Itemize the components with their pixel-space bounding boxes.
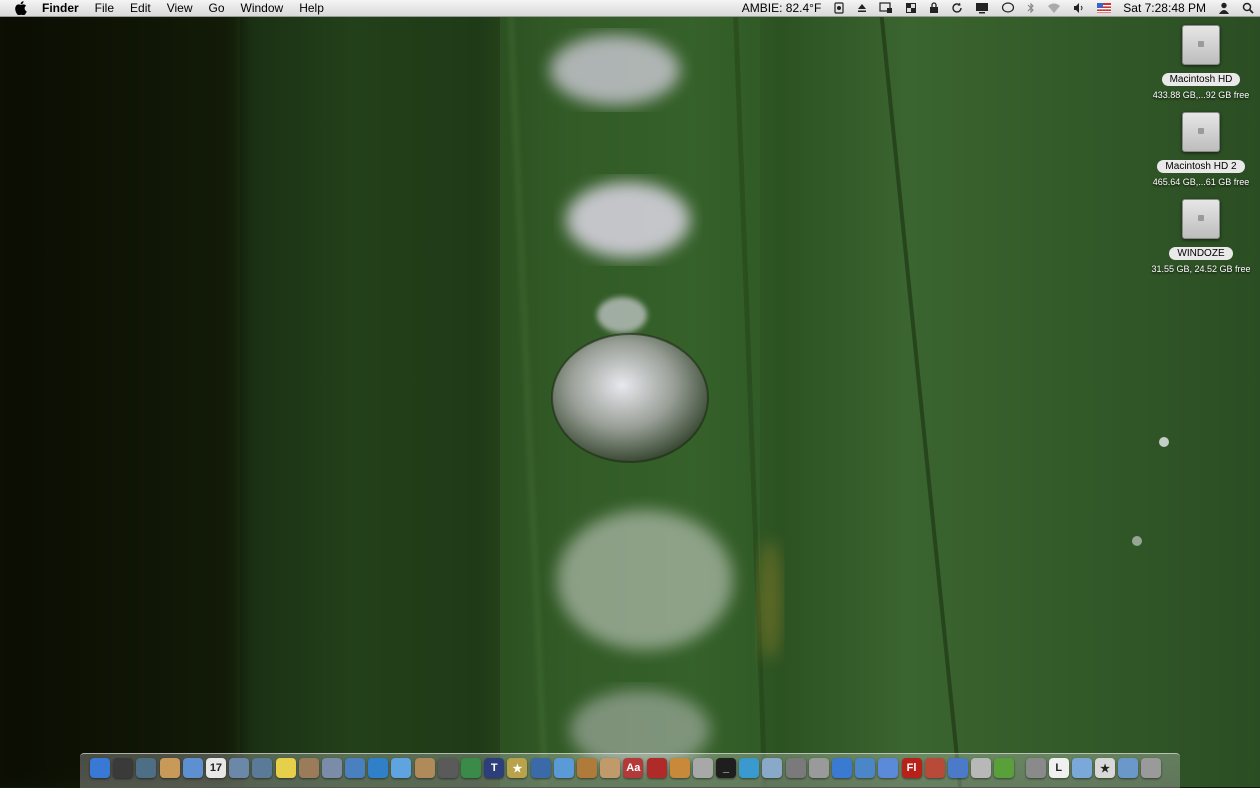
hard-drive-icon[interactable] [1182,199,1220,239]
address-book-icon[interactable] [159,758,180,778]
menu-edit[interactable]: Edit [122,0,159,16]
volume-name: Macintosh HD 2 [1157,160,1245,173]
idvd-icon[interactable]: T [484,758,505,778]
pen-icon[interactable] [321,758,342,778]
star-icon[interactable]: ★ [507,758,528,778]
volume-name: WINDOZE [1169,247,1233,260]
volume-macintosh-hd-2[interactable]: Macintosh HD 2 465.64 GB,...61 GB free [1146,112,1256,188]
text-edit-icon[interactable] [669,758,690,778]
time-machine-icon[interactable] [136,758,157,778]
network-icon[interactable] [229,758,250,778]
alarm-icon[interactable] [827,0,851,16]
display-icon[interactable] [873,0,899,16]
app-menu-finder[interactable]: Finder [42,0,87,16]
spaces-icon[interactable] [899,0,923,16]
terminal-icon[interactable]: _ [716,758,737,778]
monitor-icon[interactable] [762,758,783,778]
spotlight-icon[interactable] [1236,0,1260,16]
book-icon[interactable] [646,758,667,778]
dock-separator [1018,758,1026,778]
volume-info: 31.55 GB, 24.52 GB free [1151,264,1251,274]
ftp-icon[interactable] [832,758,852,778]
volume-macintosh-hd[interactable]: Macintosh HD 433.88 GB,...92 GB free [1146,25,1256,101]
weather-status[interactable]: AMBIE: 82.4°F [736,0,828,16]
volume-windoze[interactable]: WINDOZE 31.55 GB, 24.52 GB free [1146,199,1256,275]
menu-bar: Finder File Edit View Go Window Help AMB… [0,0,1260,17]
menu-view[interactable]: View [159,0,201,16]
volume-icon[interactable] [1067,0,1091,16]
us-flag-icon[interactable] [1091,0,1117,16]
volume-info: 465.64 GB,...61 GB free [1152,177,1250,187]
disk-icon[interactable] [785,758,806,778]
clock-status[interactable]: Sat 7:28:48 PM [1117,0,1212,16]
dock-icons: 17 T ★ Aa _ Fl L ★ [90,757,1165,779]
folder-icon[interactable] [1118,758,1139,778]
menu-help[interactable]: Help [291,0,332,16]
film-icon[interactable] [530,758,551,778]
safari-icon[interactable] [739,758,760,778]
menu-window[interactable]: Window [233,0,292,16]
chat-icon[interactable] [995,0,1021,16]
quicktime-icon[interactable] [368,758,389,778]
iphoto-icon[interactable] [414,758,435,778]
desktop-wallpaper [0,0,1260,787]
trash-icon[interactable] [1141,758,1162,778]
settings-icon[interactable] [1025,758,1046,778]
menu-go[interactable]: Go [201,0,233,16]
dvd-icon[interactable] [461,758,481,778]
ical-icon[interactable]: 17 [205,758,226,778]
sync-icon[interactable] [945,0,969,16]
chart-icon[interactable] [345,758,366,778]
disk-2-icon[interactable] [808,758,829,778]
stickies-icon[interactable] [275,758,296,778]
xcode-icon[interactable] [855,758,876,778]
utility-icon[interactable] [924,758,945,778]
iweb-icon[interactable] [553,758,574,778]
gear-icon[interactable] [994,758,1015,778]
flash-icon[interactable]: Fl [901,758,922,778]
applications-folder-icon[interactable] [1071,758,1092,778]
calculator-icon[interactable] [692,758,713,778]
screen-icon[interactable] [969,0,995,16]
apple-menu-icon[interactable] [0,0,42,16]
bluetooth-icon[interactable] [1021,0,1041,16]
network-2-icon[interactable] [252,758,273,778]
volume-name: Macintosh HD [1161,73,1241,86]
dashboard-icon[interactable] [113,758,134,778]
lock-icon[interactable] [923,0,945,16]
printer-icon[interactable] [971,758,992,778]
wifi-icon[interactable] [1041,0,1067,16]
eject-icon[interactable] [851,0,873,16]
garageband-icon[interactable] [576,758,597,778]
itunes-icon[interactable] [391,758,412,778]
volume-info: 433.88 GB,...92 GB free [1152,90,1250,100]
finder-icon[interactable] [90,758,110,778]
preview-icon[interactable] [298,758,319,778]
user-icon[interactable] [1212,0,1236,16]
imovie-icon[interactable] [437,758,458,778]
hard-drive-icon[interactable] [1182,25,1220,65]
document-icon[interactable]: L [1048,758,1069,778]
interface-builder-icon[interactable] [878,758,899,778]
favorites-icon[interactable]: ★ [1095,758,1116,778]
hard-drive-icon[interactable] [1182,112,1220,152]
mail-icon[interactable] [182,758,203,778]
photos-icon[interactable] [600,758,621,778]
menu-file[interactable]: File [87,0,122,16]
dictionary-icon[interactable]: Aa [623,758,644,778]
safari-2-icon[interactable] [947,758,968,778]
